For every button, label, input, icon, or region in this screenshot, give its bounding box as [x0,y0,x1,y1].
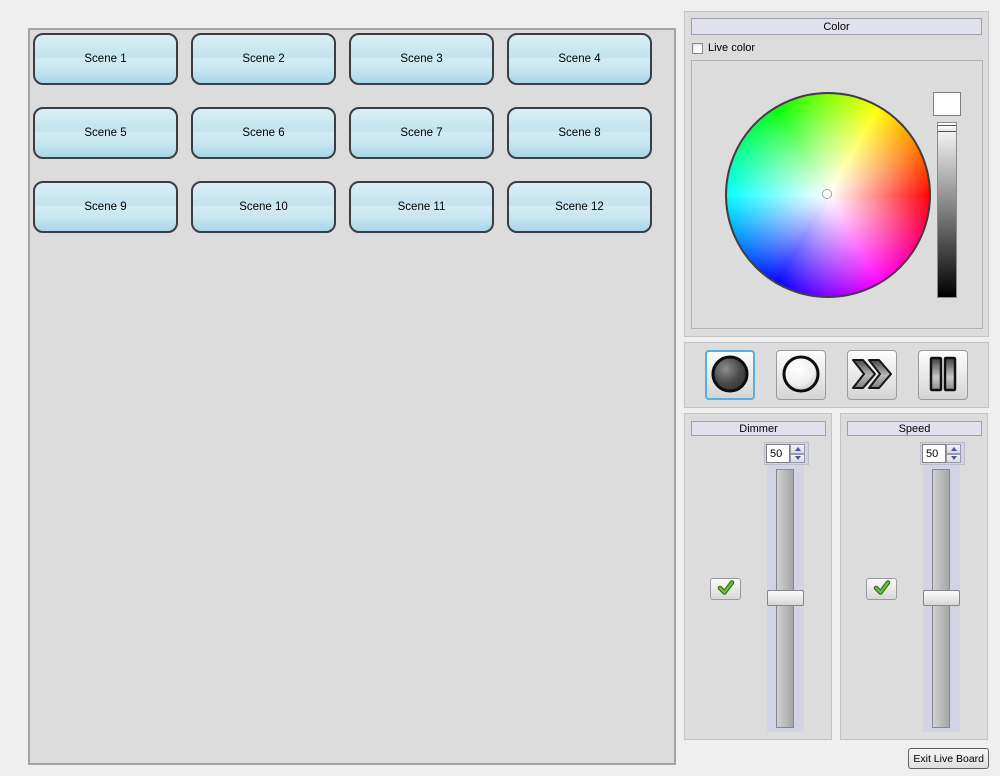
green-check-icon [873,579,891,599]
full-on-button[interactable] [776,350,826,400]
dimmer-enable-toggle[interactable] [710,578,741,600]
pause-button[interactable] [918,350,968,400]
live-color-checkbox[interactable] [692,42,703,54]
scene-button-5[interactable]: Scene 5 [33,107,178,159]
color-wheel-cursor-icon[interactable] [823,190,831,198]
speed-value-input[interactable] [922,444,946,463]
dimmer-spinbox [764,442,809,465]
speed-slider[interactable] [923,465,960,732]
scene-grid: Scene 1 Scene 2 Scene 3 Scene 4 Scene 5 … [33,33,652,233]
color-section: Color Live color [684,11,989,337]
scene-button-8[interactable]: Scene 8 [507,107,652,159]
blackout-button[interactable] [705,350,755,400]
scene-button-10[interactable]: Scene 10 [191,181,336,233]
playback-controls [684,342,989,408]
dimmer-value-input[interactable] [766,444,790,463]
brightness-slider-handle[interactable] [938,125,956,132]
arrow-up-icon [794,446,801,451]
light-circle-icon [780,353,822,398]
selected-color-swatch [933,92,961,116]
scene-button-4[interactable]: Scene 4 [507,33,652,85]
scene-button-3[interactable]: Scene 3 [349,33,494,85]
green-check-icon [717,579,735,599]
scene-button-2[interactable]: Scene 2 [191,33,336,85]
dimmer-slider[interactable] [767,465,804,732]
scene-button-12[interactable]: Scene 12 [507,181,652,233]
dimmer-title: Dimmer [691,421,826,436]
scene-button-6[interactable]: Scene 6 [191,107,336,159]
speed-spinbox [920,442,965,465]
speed-enable-toggle[interactable] [866,578,897,600]
scene-button-1[interactable]: Scene 1 [33,33,178,85]
scene-button-7[interactable]: Scene 7 [349,107,494,159]
dark-circle-icon [709,353,751,398]
arrow-down-icon [794,456,801,461]
exit-live-board-button[interactable]: Exit Live Board [908,748,989,769]
dimmer-slider-handle[interactable] [767,590,804,606]
double-chevron-icon [850,354,894,397]
speed-spin-down-button[interactable] [946,453,961,463]
dimmer-panel: Dimmer [684,413,832,740]
arrow-down-icon [950,456,957,461]
dimmer-spin-down-button[interactable] [790,453,805,463]
speed-spin-up-button[interactable] [946,444,961,454]
color-section-title: Color [691,18,982,35]
scene-button-9[interactable]: Scene 9 [33,181,178,233]
live-color-row: Live color [692,42,755,54]
dimmer-spin-up-button[interactable] [790,444,805,454]
color-wheel[interactable] [725,92,931,298]
pause-icon [922,354,964,397]
fast-forward-button[interactable] [847,350,897,400]
speed-slider-handle[interactable] [923,590,960,606]
scene-button-11[interactable]: Scene 11 [349,181,494,233]
live-color-label: Live color [708,42,756,54]
arrow-up-icon [950,446,957,451]
speed-panel: Speed [840,413,988,740]
speed-title: Speed [847,421,982,436]
brightness-slider[interactable] [937,122,957,298]
scene-panel: Scene 1 Scene 2 Scene 3 Scene 4 Scene 5 … [28,28,676,765]
color-picker-groupbox [691,60,983,329]
